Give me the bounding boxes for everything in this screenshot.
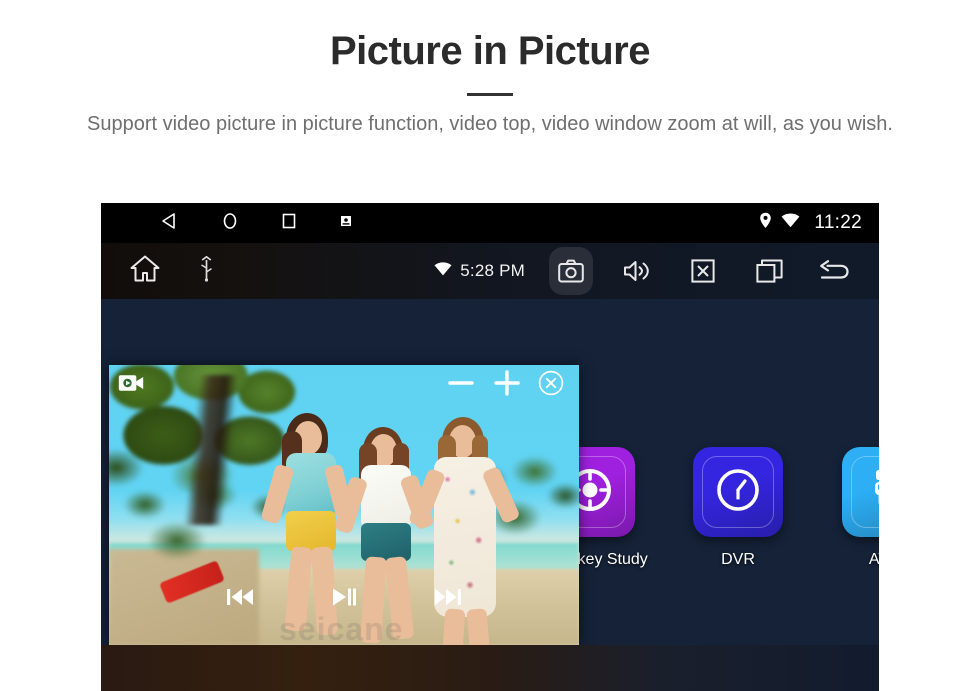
app-tile-avin[interactable] [842, 447, 879, 537]
close-circle-icon [538, 370, 564, 395]
pip-zoom-in-button[interactable] [492, 368, 522, 403]
volume-button[interactable] [615, 247, 659, 295]
system-toolbar: 5:28 PM [101, 243, 879, 299]
home-icon[interactable] [130, 255, 160, 287]
recents-icon [755, 259, 783, 283]
recents-square-icon[interactable] [281, 212, 297, 235]
av-plug-icon [864, 467, 879, 518]
x-box-icon [691, 259, 715, 283]
usb-icon[interactable] [200, 255, 213, 287]
app-label-dvr: DVR [721, 551, 755, 568]
back-arrow-icon [820, 260, 849, 279]
volume-icon [624, 261, 649, 281]
toolbar-clock: 5:28 PM [460, 261, 525, 280]
device-screen: 11:22 5:28 PM seicane Wheelkey Study DVR… [101, 203, 879, 691]
close-app-button[interactable] [681, 247, 725, 295]
dock-strip [101, 645, 879, 691]
video-camera-icon[interactable] [118, 373, 144, 398]
page-title: Picture in Picture [330, 29, 650, 73]
wifi-icon [781, 213, 800, 233]
camera-icon [558, 259, 584, 283]
page-subtitle: Support video picture in picture functio… [87, 113, 893, 135]
camera-button[interactable] [549, 247, 593, 295]
play-pause-icon [333, 588, 356, 605]
app-tile-ring [702, 456, 774, 528]
play-pause-button[interactable] [331, 585, 357, 614]
recents-button[interactable] [747, 247, 791, 295]
home-circle-icon[interactable] [221, 212, 239, 235]
video-watermark: seicane [279, 611, 404, 645]
pip-title-bar [109, 365, 579, 405]
previous-button[interactable] [225, 585, 255, 614]
app-tile-ring [851, 456, 879, 528]
back-button[interactable] [813, 247, 857, 295]
status-bar-clock: 11:22 [814, 212, 862, 233]
previous-track-icon [227, 588, 253, 605]
back-triangle-icon[interactable] [161, 212, 179, 235]
app-label-avin: AVIN [868, 551, 879, 568]
location-pin-icon [759, 212, 772, 234]
screenshot-icon[interactable] [339, 214, 353, 233]
android-status-bar: 11:22 [101, 203, 879, 243]
app-tile-dvr[interactable] [693, 447, 783, 537]
next-button[interactable] [433, 585, 463, 614]
page-header: Picture in Picture Support video picture… [0, 0, 980, 139]
title-divider [467, 93, 513, 96]
toolbar-wifi-icon [434, 261, 452, 281]
pip-close-button[interactable] [538, 370, 564, 401]
next-track-icon [435, 588, 461, 605]
pip-window[interactable]: seicane [109, 365, 579, 645]
pip-zoom-out-button[interactable] [446, 368, 476, 403]
gauge-icon [714, 466, 762, 519]
pip-playback-controls [109, 583, 579, 615]
